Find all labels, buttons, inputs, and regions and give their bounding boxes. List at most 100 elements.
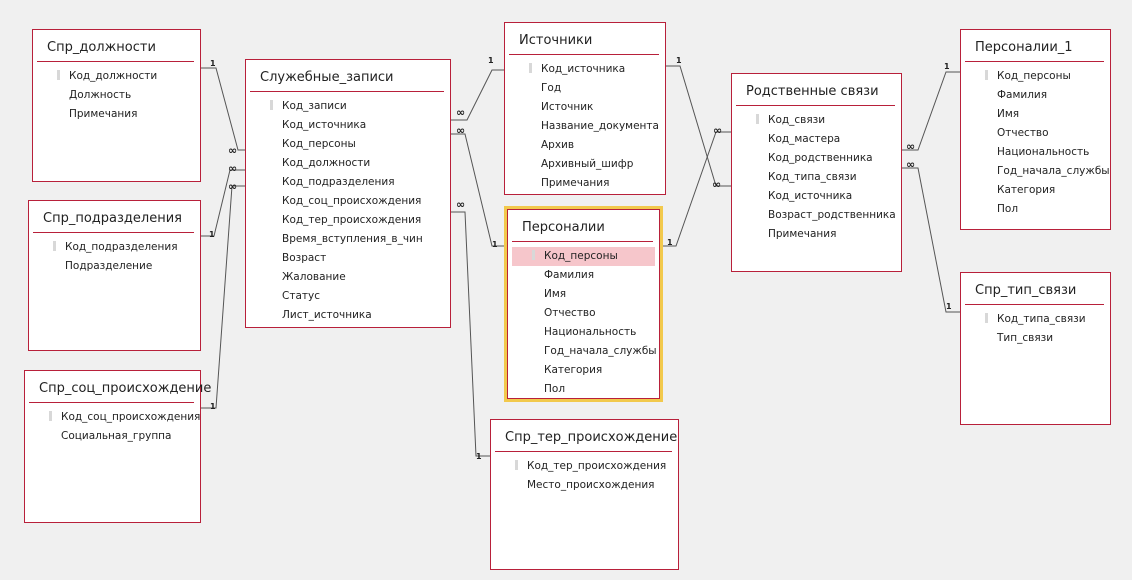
table-sluzhebnye-zapisi[interactable]: Служебные_записи Код_записи Код_источник… <box>245 59 451 328</box>
field-row[interactable]: Время_вступления_в_чин <box>246 230 450 249</box>
field-row[interactable]: Социальная_группа <box>25 427 200 446</box>
table-personalii[interactable]: Персоналии Код_персоны Фамилия Имя Отчес… <box>504 206 663 402</box>
field-row[interactable]: Пол <box>961 200 1110 219</box>
field-row[interactable]: Примечания <box>33 105 200 124</box>
relation-line-persona <box>451 133 507 247</box>
field-row[interactable]: Год_начала_службы <box>961 162 1110 181</box>
field-row[interactable]: Отчество <box>961 124 1110 143</box>
cardinality-many: ∞ <box>228 180 237 193</box>
cardinality-many: ∞ <box>456 124 465 137</box>
cardinality-many: ∞ <box>906 140 915 153</box>
field-row[interactable]: Код_тер_происхождения <box>246 211 450 230</box>
field-row[interactable]: Код_персоны <box>246 135 450 154</box>
relation-line-soc <box>201 185 245 409</box>
table-spr-dolzhnosti[interactable]: Спр_должности Код_должности Должность Пр… <box>32 29 201 182</box>
field-row[interactable]: Подразделение <box>29 257 200 276</box>
field-row[interactable]: Национальность <box>508 323 659 342</box>
table-title[interactable]: Спр_тип_связи <box>965 273 1104 305</box>
cardinality-many: ∞ <box>712 178 721 191</box>
table-title[interactable]: Спр_подразделения <box>33 201 194 233</box>
field-row[interactable]: Категория <box>961 181 1110 200</box>
table-istochniki[interactable]: Источники Код_источника Год Источник Наз… <box>504 22 666 195</box>
table-personalii-1[interactable]: Персоналии_1 Код_персоны Фамилия Имя Отч… <box>960 29 1111 230</box>
field-row[interactable]: Пол <box>508 380 659 399</box>
field-row[interactable]: Код_соц_происхождения <box>25 408 200 427</box>
field-row[interactable]: Код_тер_происхождения <box>491 457 678 476</box>
relation-line-rod-personalii1 <box>902 71 960 151</box>
table-spr-ter-proiskhozhdenie[interactable]: Спр_тер_происхождение Код_тер_происхожде… <box>490 419 679 570</box>
relation-line-podrazdelenie <box>201 169 245 237</box>
field-row[interactable]: Категория <box>508 361 659 380</box>
field-row[interactable]: Год <box>505 79 665 98</box>
field-row[interactable]: Код_соц_происхождения <box>246 192 450 211</box>
field-row[interactable]: Код_родственника <box>732 149 901 168</box>
table-title[interactable]: Персоналии <box>512 210 653 242</box>
field-row[interactable]: Код_должности <box>33 67 200 86</box>
field-row[interactable]: Код_источника <box>505 60 665 79</box>
relation-line-rod-master <box>660 131 731 247</box>
table-spr-podrazdeleniya[interactable]: Спр_подразделения Код_подразделения Подр… <box>28 200 201 351</box>
field-row[interactable]: Код_записи <box>246 97 450 116</box>
relation-line-rod-tip <box>902 167 960 313</box>
field-row[interactable]: Национальность <box>961 143 1110 162</box>
field-row[interactable]: Код_мастера <box>732 130 901 149</box>
table-title[interactable]: Персоналии_1 <box>965 30 1104 62</box>
field-row[interactable]: Код_источника <box>246 116 450 135</box>
field-row[interactable]: Код_типа_связи <box>961 310 1110 329</box>
cardinality-one: 1 <box>667 238 673 247</box>
cardinality-one: 1 <box>210 59 216 68</box>
field-row[interactable]: Код_типа_связи <box>732 168 901 187</box>
cardinality-one: 1 <box>492 240 498 249</box>
field-row[interactable]: Фамилия <box>508 266 659 285</box>
relation-line-ter <box>451 211 490 457</box>
field-row[interactable]: Архив <box>505 136 665 155</box>
table-title[interactable]: Спр_соц_происхождение <box>29 371 211 403</box>
field-row[interactable]: Код_подразделения <box>29 238 200 257</box>
field-row[interactable]: Код_персоны <box>961 67 1110 86</box>
field-row[interactable]: Архивный_шифр <box>505 155 665 174</box>
field-row[interactable]: Код_связи <box>732 111 901 130</box>
cardinality-many: ∞ <box>456 106 465 119</box>
field-row[interactable]: Источник <box>505 98 665 117</box>
cardinality-many: ∞ <box>228 144 237 157</box>
cardinality-one: 1 <box>209 230 215 239</box>
field-row-selected[interactable]: Код_персоны <box>512 247 655 266</box>
table-title[interactable]: Родственные связи <box>736 74 895 106</box>
field-row[interactable]: Примечания <box>732 225 901 244</box>
relation-line-dolzhnost <box>201 67 245 151</box>
field-row[interactable]: Статус <box>246 287 450 306</box>
table-spr-soc-proiskhozhdenie[interactable]: Спр_соц_происхождение Код_соц_происхожде… <box>24 370 211 523</box>
field-row[interactable]: Лист_источника <box>246 306 450 325</box>
field-row[interactable]: Код_подразделения <box>246 173 450 192</box>
table-title[interactable]: Спр_должности <box>37 30 194 62</box>
cardinality-many: ∞ <box>713 124 722 137</box>
field-row[interactable]: Код_источника <box>732 187 901 206</box>
field-row[interactable]: Примечания <box>505 174 665 193</box>
cardinality-one: 1 <box>944 62 950 71</box>
field-row[interactable]: Возраст <box>246 249 450 268</box>
cardinality-one: 1 <box>488 56 494 65</box>
cardinality-one: 1 <box>210 402 216 411</box>
field-row[interactable]: Должность <box>33 86 200 105</box>
field-row[interactable]: Название_документа <box>505 117 665 136</box>
table-title[interactable]: Спр_тер_происхождение <box>495 420 677 452</box>
field-row[interactable]: Имя <box>508 285 659 304</box>
field-row[interactable]: Жалование <box>246 268 450 287</box>
cardinality-many: ∞ <box>906 158 915 171</box>
field-row[interactable]: Отчество <box>508 304 659 323</box>
field-row[interactable]: Имя <box>961 105 1110 124</box>
field-row[interactable]: Код_должности <box>246 154 450 173</box>
field-row[interactable]: Возраст_родственника <box>732 206 901 225</box>
table-spr-tip-svyazi[interactable]: Спр_тип_связи Код_типа_связи Тип_связи <box>960 272 1111 425</box>
relationships-canvas[interactable]: 1 ∞ 1 ∞ 1 ∞ 1 ∞ ∞ 1 ∞ 1 1 ∞ 1 ∞ 1 ∞ 1 ∞ … <box>0 0 1132 580</box>
field-row[interactable]: Фамилия <box>961 86 1110 105</box>
cardinality-one: 1 <box>946 302 952 311</box>
field-row[interactable]: Год_начала_службы <box>508 342 659 361</box>
table-title[interactable]: Служебные_записи <box>250 60 444 92</box>
cardinality-many: ∞ <box>228 162 237 175</box>
table-title[interactable]: Источники <box>509 23 659 55</box>
relation-line-rod-istochnik <box>666 65 731 187</box>
table-rodstvennye-svyazi[interactable]: Родственные связи Код_связи Код_мастера … <box>731 73 902 272</box>
field-row[interactable]: Тип_связи <box>961 329 1110 348</box>
field-row[interactable]: Место_происхождения <box>491 476 678 495</box>
